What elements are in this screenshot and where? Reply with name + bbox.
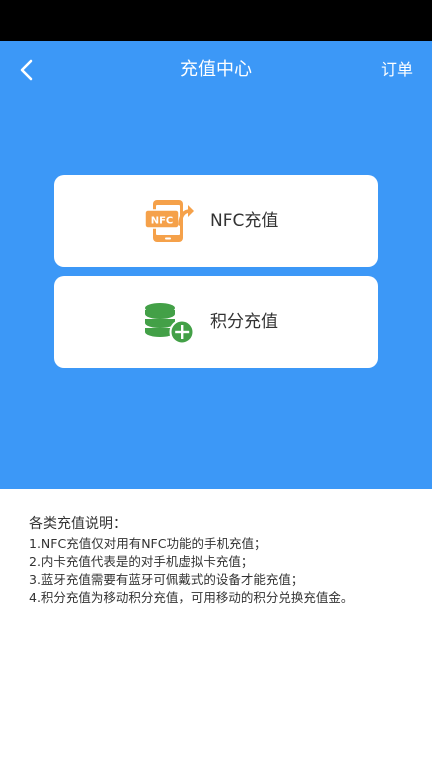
page-title: 充值中心	[180, 59, 252, 80]
nav-bar: 充值中心 订单	[0, 41, 432, 99]
notes-item: 4.积分充值为移动积分充值，可用移动的积分兑换充值金。	[29, 590, 354, 605]
status-bar	[0, 0, 432, 41]
coin-stack-plus-icon	[145, 303, 195, 344]
points-recharge-label: 积分充值	[210, 312, 278, 332]
nfc-recharge-card[interactable]: NFC NFC充值	[54, 175, 378, 267]
nfc-recharge-label: NFC充值	[210, 211, 279, 231]
notes-item: 1.NFC充值仅对用有NFC功能的手机充值；	[29, 536, 267, 551]
recharge-notes: 各类充值说明： 1.NFC充值仅对用有NFC功能的手机充值； 2.内卡充值代表是…	[29, 514, 419, 607]
order-button[interactable]: 订单	[381, 58, 413, 82]
points-recharge-card[interactable]: 积分充值	[54, 276, 378, 368]
nfc-phone-icon: NFC	[144, 200, 194, 242]
notes-item: 3.蓝牙充值需要有蓝牙可佩戴式的设备才能充值；	[29, 572, 304, 587]
notes-title: 各类充值说明：	[29, 516, 127, 532]
notes-item: 2.内卡充值代表是的对手机虚拟卡充值；	[29, 554, 254, 569]
nfc-icon-text: NFC	[151, 216, 174, 227]
